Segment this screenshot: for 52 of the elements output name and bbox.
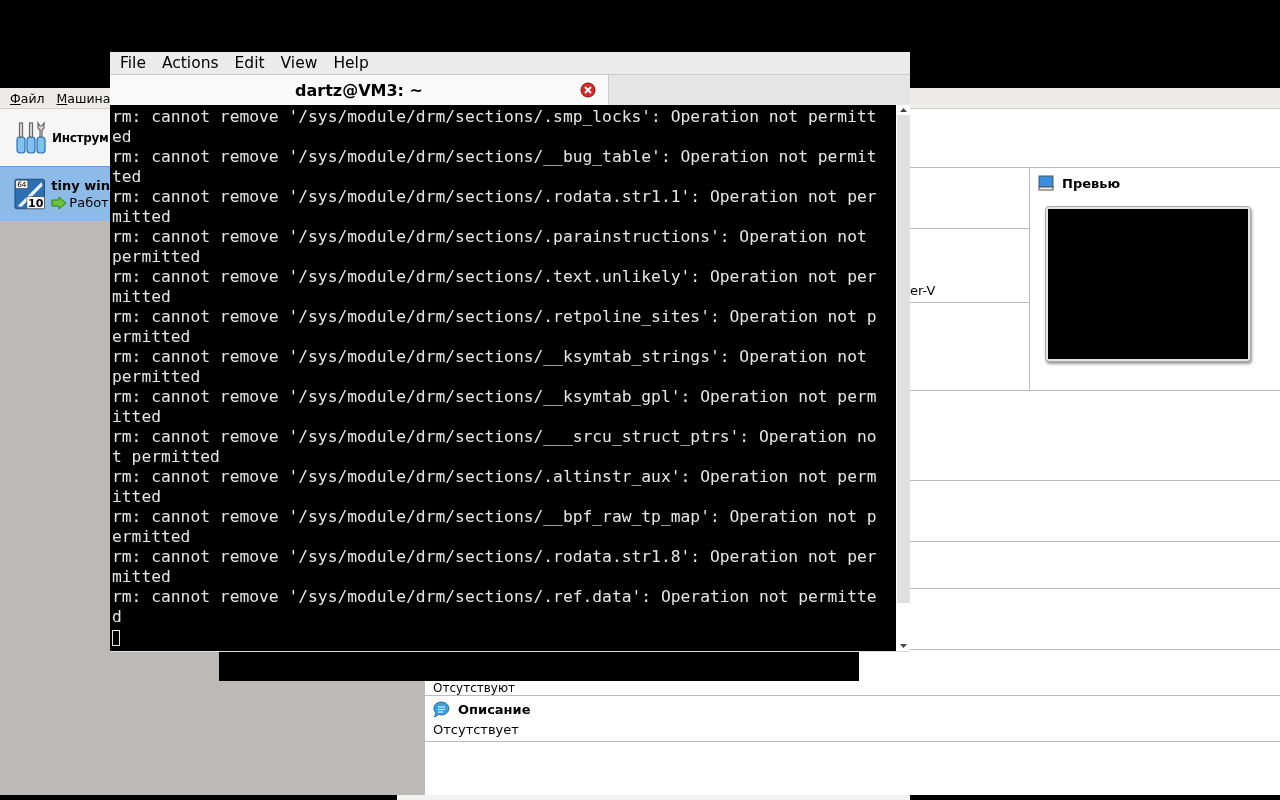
terminal-line: d [112, 607, 123, 627]
terminal-line: ermitted [112, 327, 192, 347]
tools-item[interactable]: Инструм [0, 109, 110, 166]
close-icon[interactable] [580, 82, 596, 98]
menu-item[interactable]: Файл [10, 90, 45, 106]
terminal-line: ermitted [112, 527, 192, 547]
text-cursor [112, 629, 120, 646]
menu-item[interactable]: View [280, 54, 318, 72]
arrow-icon [51, 195, 68, 210]
tools-icon [15, 120, 47, 155]
vm-name: tiny win [51, 178, 110, 193]
terminal-line: mitted [112, 567, 172, 587]
terminal-line: rm: cannot remove '/sys/module/drm/sections/__bpf_raw_tp_map': Operation not p [112, 507, 878, 527]
menu-item[interactable]: Actions [161, 54, 219, 72]
terminal-tab[interactable]: dartz@VM3: ~ [110, 75, 609, 105]
vm-list-item[interactable]: 64 10 tiny win Работ [0, 166, 110, 221]
terminal-line: rm: cannot remove '/sys/module/drm/sections/__ksymtab_gpl': Operation not perm [112, 387, 878, 407]
terminal-line: rm: cannot remove '/sys/module/drm/sections/.retpoline_sites': Operation not p [112, 307, 878, 327]
menu-item[interactable]: Help [333, 54, 369, 72]
detail-text: Отсутствуют [433, 681, 515, 695]
terminal-line: itted [112, 487, 162, 507]
terminal-line: mitted [112, 287, 172, 307]
terminal-line: permitted [112, 367, 202, 387]
terminal-line: rm: cannot remove '/sys/module/drm/sections/.text.unlikely': Operation not per [112, 267, 878, 287]
terminal-line: mitted [112, 207, 172, 227]
terminal-line: rm: cannot remove '/sys/module/drm/sections/.rodata.str1.8': Operation not per [112, 547, 878, 567]
detail-text: er-V [910, 283, 936, 298]
terminal-line: rm: cannot remove '/sys/module/drm/sections/.parainstructions': Operation not [112, 227, 868, 247]
detail-text: Отсутствует [433, 722, 520, 737]
os-icon: 64 10 [14, 177, 46, 211]
tab-title: dartz@VM3: ~ [295, 80, 423, 100]
terminal-line: rm: cannot remove '/sys/module/drm/sections/.smp_locks': Operation not permitt [112, 107, 878, 127]
section-title: Описание [458, 701, 531, 717]
vm-state: Работ [69, 195, 109, 210]
terminal-line: rm: cannot remove '/sys/module/drm/sections/.altinstr_aux': Operation not perm [112, 467, 878, 487]
terminal-line: rm: cannot remove '/sys/module/drm/sections/.rodata.str1.1': Operation not per [112, 187, 878, 207]
terminal-line: rm: cannot remove '/sys/module/drm/sections/.ref.data': Operation not permitte [112, 587, 878, 607]
terminal-line: rm: cannot remove '/sys/module/drm/sections/__ksymtab_strings': Operation not [112, 347, 868, 367]
section-title: Превью [1062, 175, 1121, 191]
menu-item[interactable]: Edit [234, 54, 265, 72]
terminal-line: itted [112, 407, 162, 427]
tools-label: Инструм [52, 130, 109, 145]
menu-item[interactable]: Машина [56, 90, 111, 106]
monitor-icon [1038, 175, 1054, 191]
terminal-line: permitted [112, 247, 202, 267]
terminal-line: ed [112, 127, 133, 147]
speech-bubble-icon [433, 700, 450, 718]
terminal-line: rm: cannot remove '/sys/module/drm/sections/__bug_table': Operation not permit [112, 147, 878, 167]
menu-item[interactable]: File [120, 54, 146, 72]
terminal-line: t permitted [112, 447, 221, 467]
terminal-line: ted [112, 167, 143, 187]
terminal-line: rm: cannot remove '/sys/module/drm/sections/___srcu_struct_ptrs': Operation no [112, 427, 878, 447]
